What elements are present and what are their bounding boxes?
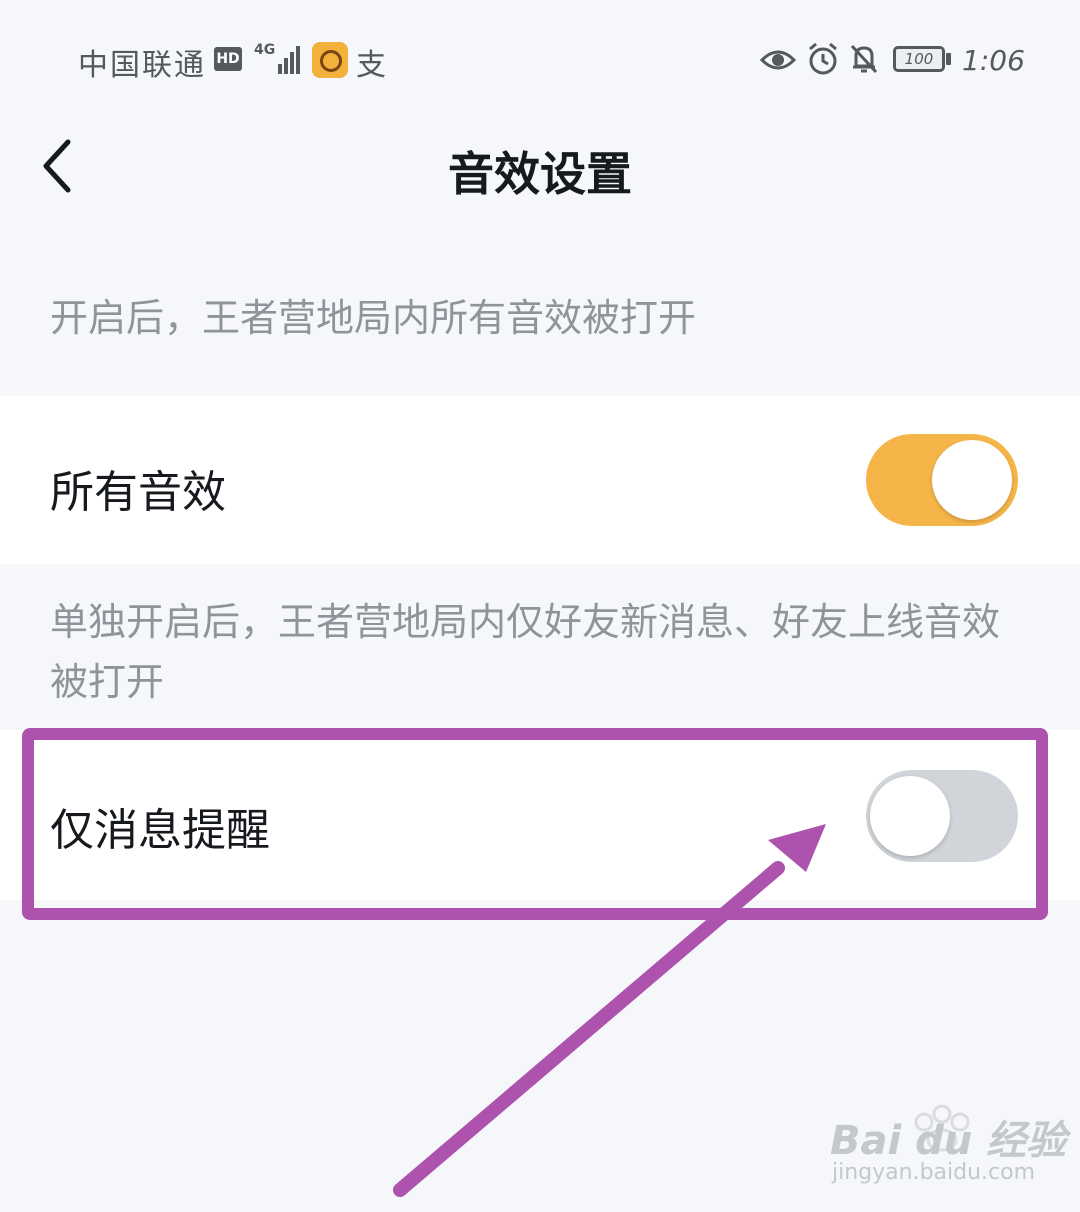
watermark-brand: Bai du 经验 [830,1118,1067,1164]
message-only-label: 仅消息提醒 [50,805,270,856]
battery-tip [946,53,951,65]
page-header: 音效设置 [0,120,1080,220]
watermark-url: jingyan.baidu.com [832,1160,1036,1185]
eye-icon [760,50,796,70]
carrier-name: 中国联通 [78,48,206,83]
message-only-description: 单独开启后，王者营地局内仅好友新消息、好友上线音效被打开 [50,600,1001,704]
alarm-icon [809,42,837,75]
hd-badge: HD [214,47,242,71]
all-sound-label: 所有音效 [50,467,226,518]
all-sound-row: 所有音效 [0,396,1080,564]
all-sound-toggle[interactable] [866,434,1018,526]
toggle-knob [870,776,950,856]
battery-icon: 100 [893,46,945,72]
network-type: 4G [254,42,276,58]
message-only-row: 仅消息提醒 [0,730,1080,900]
alipay-icon: 支 [356,48,386,83]
message-only-toggle[interactable] [866,770,1018,862]
app-notification-icon [312,42,348,78]
toggle-knob [932,440,1012,520]
signal-icon [278,46,300,74]
mute-bell-icon [850,44,878,74]
all-sound-description: 开启后，王者营地局内所有音效被打开 [50,296,697,340]
status-bar: 中国联通 HD 4G 支 100 1:06 [0,0,1080,120]
status-time: 1:06 [962,44,1025,77]
page-title: 音效设置 [448,147,632,201]
